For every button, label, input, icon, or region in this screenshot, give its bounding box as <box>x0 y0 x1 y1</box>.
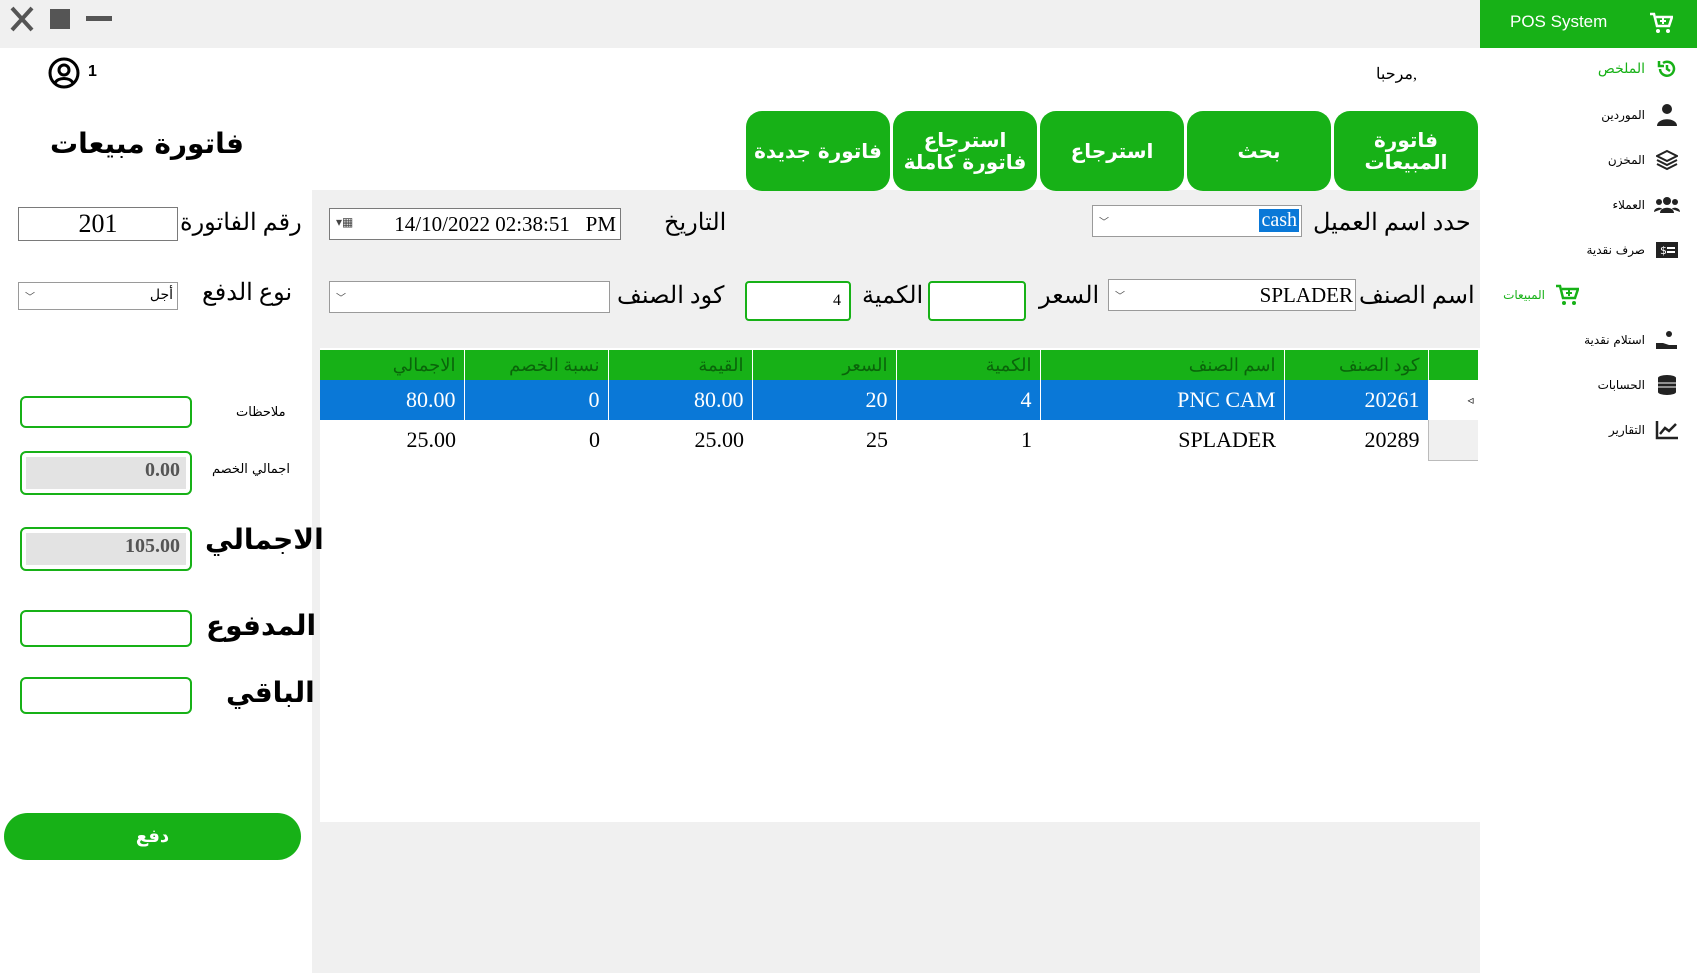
tab-full-return[interactable]: استرجاع فاتورة كاملة <box>893 111 1037 191</box>
sidebar-item-suppliers[interactable]: الموردين <box>1501 100 1681 130</box>
svg-text:$: $ <box>1660 244 1667 257</box>
item-name-label: اسم الصنف <box>1359 283 1475 309</box>
calendar-icon[interactable]: ▾▦ <box>336 215 353 229</box>
item-name-value: SPLADER <box>1259 283 1353 307</box>
coins-icon <box>1653 374 1681 396</box>
col-total: الاجمالي <box>320 350 465 380</box>
col-value: القيمة <box>608 350 753 380</box>
notes-input[interactable] <box>20 396 192 428</box>
price-input[interactable] <box>928 281 1026 321</box>
row-selector-icon[interactable]: ◃ <box>1427 380 1479 420</box>
brand-title: POS System <box>1510 12 1608 31</box>
col-item-name: اسم الصنف <box>1040 350 1285 380</box>
date-picker[interactable]: ▾▦ 14/10/2022 02:38:51 PM <box>329 208 621 240</box>
money-icon: $ <box>1653 241 1681 259</box>
chevron-down-icon: ﹀ <box>1115 291 1125 303</box>
remaining-input[interactable] <box>20 677 192 714</box>
sidebar-item-cash-in[interactable]: استلام نقدية <box>1501 325 1681 355</box>
cell-price[interactable]: 25 <box>752 420 896 460</box>
cart-icon <box>1553 284 1581 306</box>
payment-type-label: نوع الدفع <box>202 280 293 306</box>
tab-sales-invoice[interactable]: فاتورة المبيعات <box>1334 111 1478 191</box>
cell-value[interactable]: 25.00 <box>608 420 752 460</box>
discount-value: 0.00 <box>26 457 186 489</box>
sidebar-item-cash-out[interactable]: صرف نقدية $ <box>1501 235 1681 265</box>
users-icon <box>1653 195 1681 215</box>
cell-item-name[interactable]: PNC CAM <box>1040 380 1285 420</box>
customer-select[interactable]: ﹀ cash <box>1092 205 1302 237</box>
row-header-cell[interactable] <box>1427 420 1478 461</box>
col-quantity: الكمية <box>896 350 1041 380</box>
items-table: الاجمالي نسبة الخصم القيمة السعر الكمية … <box>320 350 1479 461</box>
item-code-label: كود الصنف <box>617 283 725 309</box>
customer-label: حدد اسم العميل <box>1313 210 1471 236</box>
sidebar-item-customers[interactable]: العملاء <box>1501 190 1681 220</box>
col-row-header <box>1427 350 1479 380</box>
col-price: السعر <box>752 350 897 380</box>
cell-value[interactable]: 80.00 <box>608 380 753 420</box>
minimize-icon[interactable] <box>86 16 112 21</box>
price-label: السعر <box>1039 283 1100 309</box>
tab-return[interactable]: استرجاع <box>1040 111 1184 191</box>
payment-type-value: أجل <box>149 287 173 303</box>
paid-label: المدفوع <box>206 609 317 642</box>
suppliers-icon <box>1653 103 1681 127</box>
discount-label: اجمالي الخصم <box>212 462 290 477</box>
discount-field: 0.00 <box>20 451 192 495</box>
cell-quantity[interactable]: 4 <box>896 380 1041 420</box>
customer-value: cash <box>1259 209 1299 232</box>
paid-input[interactable] <box>20 610 192 647</box>
brand-header: POS System <box>1480 0 1697 48</box>
cell-total[interactable]: 80.00 <box>320 380 465 420</box>
sidebar-item-summary[interactable]: الملخص <box>1501 54 1681 84</box>
page-title: فاتورة مبيعات <box>50 127 244 160</box>
title-bar <box>0 0 1480 48</box>
invoice-no-field[interactable]: 201 <box>18 207 178 241</box>
cell-price[interactable]: 20 <box>752 380 897 420</box>
tab-new-invoice[interactable]: فاتورة جديدة <box>746 111 890 191</box>
maximize-icon[interactable] <box>50 9 70 29</box>
cell-discount[interactable]: 0 <box>464 380 609 420</box>
remaining-label: الباقي <box>226 676 315 709</box>
welcome-text: مرحبا, <box>1376 66 1417 83</box>
date-label: التاريخ <box>664 210 727 236</box>
col-item-code: كود الصنف <box>1284 350 1429 380</box>
cell-item-code[interactable]: 20289 <box>1284 420 1428 460</box>
notes-label: ملاحظات <box>236 405 286 420</box>
quantity-label: الكمية <box>862 283 924 309</box>
pay-button[interactable]: دفع <box>4 813 301 860</box>
chart-icon <box>1653 420 1681 440</box>
total-label: الاجمالي <box>205 523 324 556</box>
item-code-select[interactable]: ﹀ <box>329 281 610 313</box>
payment-type-select[interactable]: ﹀ أجل <box>18 282 178 310</box>
cart-icon <box>1649 12 1674 39</box>
close-icon[interactable] <box>10 6 34 32</box>
invoice-no-label: رقم الفاتورة <box>180 210 302 236</box>
date-value: 14/10/2022 02:38:51 PM <box>394 212 616 236</box>
hand-coin-icon <box>1653 329 1681 351</box>
chevron-down-icon: ﹀ <box>25 292 35 304</box>
layers-icon <box>1653 149 1681 171</box>
quantity-input[interactable]: 4 <box>745 281 851 321</box>
sidebar-item-reports[interactable]: التقارير <box>1501 415 1681 445</box>
cell-total[interactable]: 25.00 <box>320 420 464 460</box>
chevron-down-icon: ﹀ <box>1099 217 1109 229</box>
cell-discount[interactable]: 0 <box>464 420 608 460</box>
item-name-select[interactable]: ﹀ SPLADER <box>1108 279 1356 311</box>
table-row[interactable]: 25.00 0 25.00 25 1 SPLADER 20289 <box>320 420 1478 461</box>
cell-item-name[interactable]: SPLADER <box>1040 420 1284 460</box>
col-discount: نسبة الخصم <box>464 350 609 380</box>
chevron-down-icon: ﹀ <box>336 293 346 305</box>
cell-quantity[interactable]: 1 <box>896 420 1040 460</box>
total-field: 105.00 <box>20 527 192 571</box>
user-avatar-icon[interactable] <box>48 57 80 89</box>
sidebar-item-inventory[interactable]: المخزن <box>1501 145 1681 175</box>
sidebar-item-accounts[interactable]: الحسابات <box>1501 370 1681 400</box>
total-value: 105.00 <box>26 533 186 565</box>
table-row[interactable]: 80.00 0 80.00 20 4 PNC CAM 20261 ◃ <box>320 380 1479 420</box>
user-number: 1 <box>88 63 97 80</box>
history-icon <box>1653 58 1681 80</box>
cell-item-code[interactable]: 20261 <box>1284 380 1429 420</box>
tab-search[interactable]: بحث <box>1187 111 1331 191</box>
